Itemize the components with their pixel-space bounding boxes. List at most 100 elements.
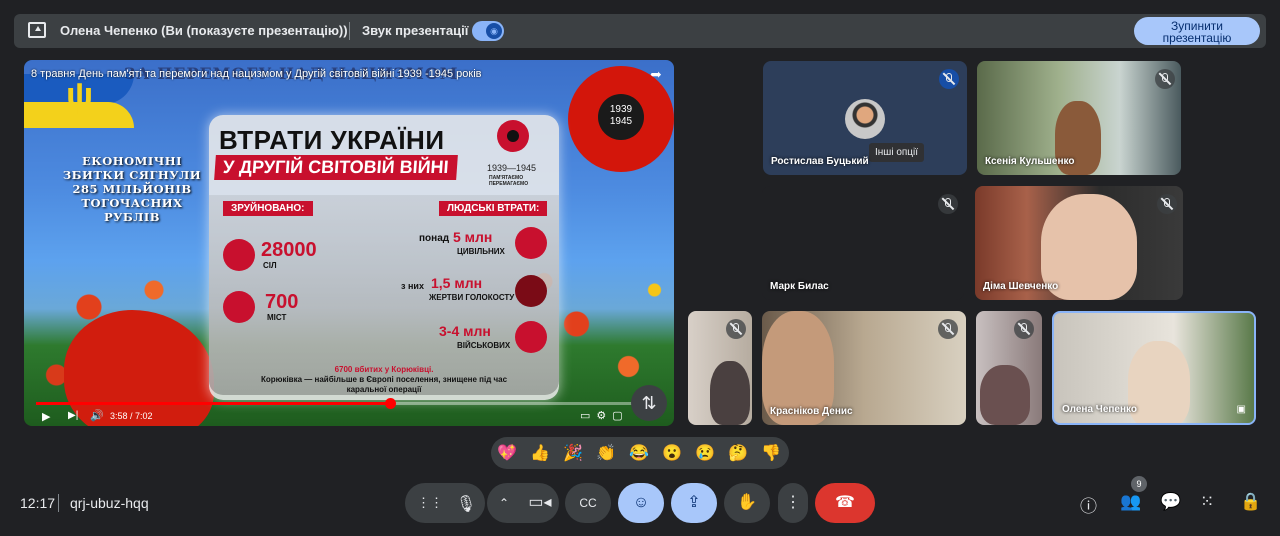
participant-name: Олена Чепенко <box>1062 404 1138 415</box>
footnote-bold: Корюківка <box>260 375 303 384</box>
holocaust-label: ЖЕРТВИ ГОЛОКОСТУ <box>429 293 515 302</box>
participant-name: Діма Шевченко <box>983 281 1059 292</box>
host-controls-icon[interactable]: 🔒 <box>1240 492 1261 512</box>
villages-number: 28000 <box>261 239 317 261</box>
present-button[interactable]: ⇪ <box>671 483 717 523</box>
reaction-surprised[interactable]: 😮 <box>662 443 682 463</box>
card-years: 1939—1945 <box>487 163 537 173</box>
mic-off-icon <box>1155 69 1175 89</box>
present-screen-icon <box>28 22 46 38</box>
more-options-button[interactable]: ⋮ <box>778 483 808 523</box>
participant-name: Марк Билас <box>770 281 829 292</box>
raise-hand-button[interactable]: ✋ <box>724 483 770 523</box>
soldiers-icon <box>515 321 547 353</box>
activities-icon[interactable]: ⁙ <box>1200 492 1214 512</box>
clock: 12:17 <box>20 495 56 511</box>
cities-label: МІСТ <box>267 313 287 322</box>
participant-tile[interactable]: Інші опції Ростислав Буцький <box>763 61 967 175</box>
participant-tile[interactable] <box>976 311 1042 425</box>
mic-off-icon <box>1157 194 1177 214</box>
footnote-rest: — найбільше в Європі поселення, знищене … <box>302 375 508 394</box>
captions-button[interactable]: CC <box>565 483 611 523</box>
destroyed-label: ЗРУЙНОВАНО: <box>223 201 313 216</box>
mic-off-icon <box>1014 319 1034 339</box>
meeting-controls: 12:17 qrj-ubuz-hqq ⋮⋮ 🎙 ⌃ ▭◂ CC ☺ ⇪ ✋ ⋮ … <box>0 476 1280 536</box>
speaker-icon: ◉ <box>486 23 502 39</box>
reaction-thinking[interactable]: 🤔 <box>728 443 748 463</box>
chevron-up-icon[interactable]: ⌃ <box>499 483 509 523</box>
more-options-tooltip: Інші опції <box>869 143 925 162</box>
video-title[interactable]: 8 травня День пам'яті та перемоги над на… <box>31 68 482 80</box>
participant-tile[interactable] <box>688 311 752 425</box>
audio-level-icon: ⋮⋮ <box>417 495 443 510</box>
avatar <box>845 99 885 139</box>
trident-icon: ψ <box>66 74 94 115</box>
emoji-button[interactable]: ☺ <box>618 483 664 523</box>
camera-group: ⌃ ▭◂ <box>487 483 559 523</box>
participant-video <box>710 361 750 425</box>
reaction-thumbs-down[interactable]: 👎 <box>761 443 781 463</box>
next-icon[interactable]: ▶| <box>68 410 78 421</box>
card-subtitle: У ДРУГІЙ СВІТОВІЙ ВІЙНІ <box>214 155 458 180</box>
reaction-thumbs-up[interactable]: 👍 <box>530 443 550 463</box>
reactions-bar: 💖 👍 🎉 👏 😂 😮 😢 🤔 👎 <box>491 437 789 469</box>
camera-button[interactable]: ▭◂ <box>525 483 555 523</box>
participant-name: Ксенія Кульшенко <box>985 156 1075 167</box>
star-of-david-icon <box>515 275 547 307</box>
video-time: 3:58 / 7:02 <box>110 411 153 421</box>
divider <box>58 494 59 512</box>
participant-video <box>980 365 1030 425</box>
divider <box>349 22 350 40</box>
civil-prefix: понад <box>419 233 450 244</box>
video-controls: ▶ ▶| 🔊 3:58 / 7:02 ▭⚙▢ <box>24 398 674 426</box>
participant-name: Ростислав Буцький <box>771 156 869 167</box>
presentation-sound-toggle[interactable]: ◉ <box>472 21 504 41</box>
infographic-card: ВТРАТИ УКРАЇНИ У ДРУГІЙ СВІТОВІЙ ВІЙНІ 1… <box>209 115 559 400</box>
progress-fill <box>36 402 390 405</box>
pip-icon[interactable]: ▣ <box>1237 404 1246 415</box>
mic-off-icon <box>939 69 959 89</box>
military-number: 3-4 млн <box>439 323 491 339</box>
holocaust-prefix: з них <box>401 281 424 291</box>
civil-number: 5 млн <box>453 229 493 245</box>
participant-video <box>1128 341 1190 423</box>
participant-tile[interactable]: Діма Шевченко <box>975 186 1183 300</box>
info-icon[interactable]: ⓘ <box>1080 492 1097 517</box>
reaction-party[interactable]: 🎉 <box>563 443 583 463</box>
presentation-video[interactable]: ψ ЗА ПЕРЕМОГУ НАД НАЦИЗМОМ 8 травня День… <box>24 60 674 426</box>
presentation-bar: Олена Чепенко (Ви (показуєте презентацію… <box>14 14 1266 48</box>
player-settings-icons[interactable]: ▭⚙▢ <box>580 409 629 422</box>
poppy-badge: 1939 1945 <box>568 66 674 172</box>
volume-icon[interactable]: 🔊 <box>90 409 104 422</box>
reaction-laugh[interactable]: 😂 <box>629 443 649 463</box>
swap-layout-icon[interactable]: ⇅ <box>631 385 667 421</box>
people-icon[interactable]: 👥 <box>1120 492 1141 512</box>
house-icon <box>223 239 255 271</box>
stop-presenting-button[interactable]: Зупинити презентацію <box>1134 17 1260 45</box>
card-remember: ПАМ'ЯТАЄМО ПЕРЕМАГАЄМО <box>489 175 529 187</box>
reaction-clap[interactable]: 👏 <box>596 443 616 463</box>
participant-tile[interactable]: Марк Билас <box>762 186 964 300</box>
microphone-button[interactable]: 🎙 <box>451 485 481 521</box>
mic-off-icon <box>938 319 958 339</box>
participant-tile-self[interactable]: Олена Чепенко ▣ <box>1052 311 1256 425</box>
mic-group: ⋮⋮ 🎙 <box>405 483 485 523</box>
participant-tile[interactable]: Ксенія Кульшенко <box>977 61 1181 175</box>
card-title: ВТРАТИ УКРАЇНИ <box>219 125 445 155</box>
holocaust-number: 1,5 млн <box>431 275 483 291</box>
losses-label: ЛЮДСЬКІ ВТРАТИ: <box>439 201 548 216</box>
play-icon[interactable]: ▶ <box>42 410 50 423</box>
people-count-badge: 9 <box>1131 476 1147 492</box>
chat-icon[interactable]: 💬 <box>1160 492 1181 512</box>
participant-tile[interactable]: Красніков Денис <box>762 311 966 425</box>
meeting-code: qrj-ubuz-hqq <box>70 495 149 511</box>
leave-call-button[interactable]: ☎ <box>815 483 875 523</box>
footnote-red: 6700 вбитих у Корюківці. <box>334 365 434 374</box>
video-progress-bar[interactable] <box>36 398 662 409</box>
mic-off-icon <box>938 194 958 214</box>
reaction-cry[interactable]: 😢 <box>695 443 715 463</box>
progress-handle[interactable] <box>384 398 396 409</box>
city-icon <box>223 291 255 323</box>
presenter-label: Олена Чепенко (Ви (показуєте презентацію… <box>60 23 348 38</box>
reaction-heart[interactable]: 💖 <box>497 443 517 463</box>
